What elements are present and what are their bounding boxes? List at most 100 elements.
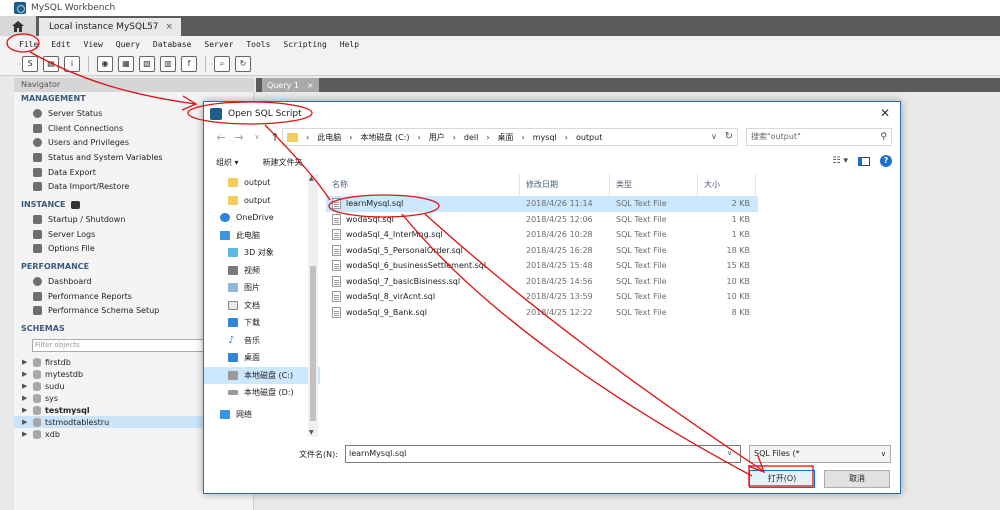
- expand-arrow-icon[interactable]: ▶: [22, 406, 29, 414]
- file-row[interactable]: wodaSql_5_PersonalOrder.sql 2018/4/25 16…: [326, 243, 900, 259]
- column-header-size[interactable]: 大小: [698, 174, 756, 196]
- search-table-data-icon[interactable]: ⌕: [214, 55, 230, 72]
- organize-button[interactable]: 组织 ▾: [216, 157, 239, 168]
- expand-arrow-icon[interactable]: ▶: [22, 382, 29, 390]
- menu-query[interactable]: Query: [116, 40, 140, 49]
- column-header-type[interactable]: 类型: [610, 174, 698, 196]
- forward-arrow-icon[interactable]: →: [230, 131, 248, 144]
- expand-arrow-icon[interactable]: ▶: [22, 358, 29, 366]
- file-row[interactable]: wodaSql_7_basicBisiness.sql 2018/4/25 14…: [326, 274, 900, 290]
- refresh-icon[interactable]: ↻: [725, 131, 733, 142]
- menu-database[interactable]: Database: [153, 40, 192, 49]
- close-tab-icon[interactable]: ×: [166, 22, 174, 32]
- chevron-down-icon[interactable]: ∨: [727, 449, 732, 457]
- file-row[interactable]: wodaSql_9_Bank.sql 2018/4/25 12:22 SQL T…: [326, 305, 900, 321]
- file-row[interactable]: wodaSql_6_businessSettlement.sql 2018/4/…: [326, 258, 900, 274]
- close-tab-icon[interactable]: ×: [307, 81, 314, 90]
- open-sql-script-icon[interactable]: ▤: [43, 55, 59, 72]
- new-folder-button[interactable]: 新建文件夹: [263, 157, 303, 168]
- open-button[interactable]: 打开(O): [749, 470, 815, 488]
- create-table-icon[interactable]: ▦: [118, 55, 134, 72]
- scroll-down-icon[interactable]: ▼: [309, 429, 314, 436]
- tree-item-local-disk-d[interactable]: 本地磁盘 (D:): [204, 384, 320, 402]
- tree-item-onedrive[interactable]: OneDrive: [204, 209, 320, 227]
- wrench-icon: [33, 244, 42, 254]
- scrollbar-thumb[interactable]: [310, 266, 316, 421]
- menu-server[interactable]: Server: [204, 40, 233, 49]
- column-header-date[interactable]: 修改日期: [520, 174, 610, 196]
- cloud-icon: [220, 213, 230, 223]
- chevron-right-icon: ›: [306, 132, 310, 142]
- breadcrumb-users[interactable]: 用户: [429, 132, 445, 143]
- help-icon[interactable]: ?: [880, 155, 892, 167]
- menu-edit[interactable]: Edit: [51, 40, 70, 49]
- back-arrow-icon[interactable]: ←: [212, 131, 230, 144]
- expand-arrow-icon[interactable]: ▶: [22, 430, 29, 438]
- file-row[interactable]: wodaSql.sql 2018/4/25 12:06 SQL Text Fil…: [326, 212, 900, 228]
- new-sql-tab-icon[interactable]: S: [22, 55, 38, 72]
- menu-scripting[interactable]: Scripting: [283, 40, 326, 49]
- breadcrumb-this-pc[interactable]: 此电脑: [317, 132, 341, 143]
- tree-scrollbar[interactable]: ▲ ▼: [308, 174, 318, 437]
- column-header-name[interactable]: 名称: [326, 174, 520, 196]
- database-icon: [33, 429, 41, 439]
- menubar: File Edit View Query Database Server Too…: [0, 36, 1000, 52]
- expand-arrow-icon[interactable]: ▶: [22, 370, 29, 378]
- cancel-button[interactable]: 取消: [824, 470, 890, 488]
- toolbar-divider: [88, 55, 89, 72]
- breadcrumb-desktop[interactable]: 桌面: [498, 132, 514, 143]
- mysql-workbench-icon: [14, 2, 26, 14]
- tree-item-output[interactable]: output: [204, 192, 320, 210]
- tree-item-downloads[interactable]: 下载: [204, 314, 320, 332]
- connection-tab[interactable]: Local instance MySQL57 ×: [39, 18, 182, 36]
- file-row[interactable]: learnMysql.sql 2018/4/26 11:14 SQL Text …: [326, 196, 758, 212]
- scroll-up-icon[interactable]: ▲: [309, 175, 314, 182]
- expand-arrow-icon[interactable]: ▶: [22, 394, 29, 402]
- chevron-down-icon[interactable]: ∨: [711, 132, 717, 141]
- file-row[interactable]: wodaSql_8_virAcnt.sql 2018/4/25 13:59 SQ…: [326, 289, 900, 305]
- menu-file[interactable]: File: [19, 40, 38, 49]
- sql-file-icon: [332, 229, 341, 241]
- file-row[interactable]: wodaSql_4_InterMng.sql 2018/4/26 10:28 S…: [326, 227, 900, 243]
- create-function-icon[interactable]: f: [181, 55, 197, 72]
- create-view-icon[interactable]: ▧: [139, 55, 155, 72]
- tree-item-output[interactable]: output: [204, 174, 320, 192]
- tree-item-music[interactable]: ♪ 音乐: [204, 332, 320, 350]
- search-input[interactable]: 搜索"output" ⚲: [746, 128, 892, 146]
- server-logs-icon: [33, 229, 42, 239]
- sql-file-icon: [332, 291, 341, 303]
- preview-pane-icon[interactable]: [858, 156, 870, 166]
- query-tab[interactable]: Query 1 ×: [262, 78, 319, 92]
- filetype-select[interactable]: SQL Files (* ∨: [749, 445, 891, 463]
- breadcrumb-output[interactable]: output: [576, 133, 602, 142]
- create-schema-icon[interactable]: ◉: [97, 55, 113, 72]
- computer-icon: [220, 230, 230, 240]
- view-options-icon[interactable]: ☷ ▾: [833, 156, 848, 166]
- tree-item-documents[interactable]: 文档: [204, 297, 320, 315]
- main-toolbar: S ▤ i ◉ ▦ ▧ ▥ f ⌕ ↻: [0, 52, 1000, 76]
- filename-input[interactable]: learnMysql.sql: [345, 445, 741, 463]
- recent-dropdown-icon[interactable]: ∨: [248, 133, 266, 141]
- close-icon[interactable]: ✕: [880, 106, 890, 120]
- tree-item-3d-objects[interactable]: 3D 对象: [204, 244, 320, 262]
- tree-item-pictures[interactable]: 图片: [204, 279, 320, 297]
- address-bar[interactable]: › 此电脑 › 本地磁盘 (C:) › 用户 › dell › 桌面 › mys…: [282, 128, 738, 146]
- tree-item-desktop[interactable]: 桌面: [204, 349, 320, 367]
- breadcrumb-mysql[interactable]: mysql: [533, 133, 557, 142]
- inspector-icon[interactable]: i: [64, 55, 80, 72]
- tree-item-local-disk-c[interactable]: 本地磁盘 (C:): [204, 366, 320, 384]
- breadcrumb-local-disk[interactable]: 本地磁盘 (C:): [360, 132, 409, 143]
- users-icon: [33, 138, 42, 148]
- menu-tools[interactable]: Tools: [246, 40, 270, 49]
- breadcrumb-dell[interactable]: dell: [464, 133, 478, 142]
- tree-item-network[interactable]: 网络: [204, 406, 320, 424]
- tree-item-this-pc[interactable]: 此电脑: [204, 227, 320, 245]
- menu-view[interactable]: View: [84, 40, 103, 49]
- tree-item-videos[interactable]: 视频: [204, 262, 320, 280]
- home-tab[interactable]: [0, 16, 36, 36]
- create-procedure-icon[interactable]: ▥: [160, 55, 176, 72]
- file-list: 名称 修改日期 类型 大小 learnMysql.sql 2018/4/26 1…: [326, 174, 900, 437]
- reconnect-icon[interactable]: ↻: [235, 55, 251, 72]
- expand-arrow-icon[interactable]: ▶: [22, 418, 29, 426]
- menu-help[interactable]: Help: [340, 40, 359, 49]
